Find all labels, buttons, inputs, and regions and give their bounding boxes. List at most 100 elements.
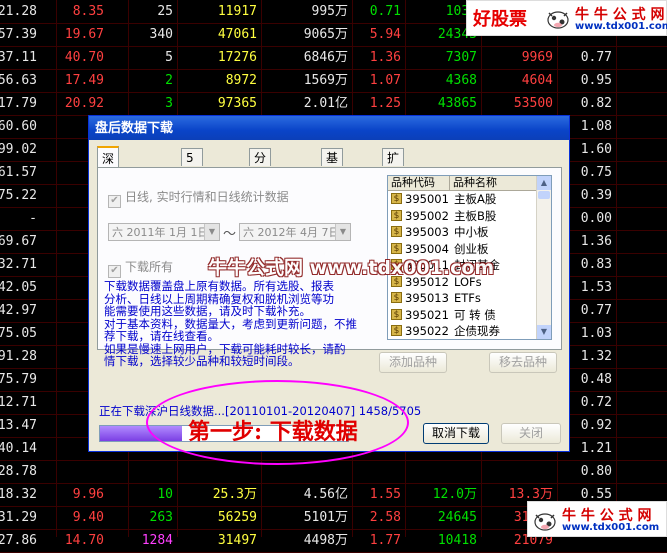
download-all-checkbox[interactable]: ✔ 下载所有	[108, 258, 173, 278]
instrument-name: 可 转 债	[454, 307, 496, 322]
list-item[interactable]: $395013 ETFs	[388, 290, 551, 307]
table-cell: 37.11	[0, 50, 37, 65]
chevron-down-icon: ▼	[335, 224, 350, 240]
table-cell: 56.63	[0, 73, 37, 88]
table-cell: 1284	[141, 533, 173, 548]
daily-data-checkbox[interactable]: ✔ 日线, 实时行情和日线统计数据	[108, 188, 289, 208]
table-cell: 0.71	[369, 4, 401, 19]
list-item[interactable]: $395001 主板A股	[388, 191, 551, 208]
table-cell: 9.40	[72, 510, 104, 525]
table-cell: 69.67	[0, 234, 37, 249]
table-row[interactable]: 28.78 0.80	[0, 460, 667, 484]
table-cell: 3	[165, 96, 173, 111]
cow-logo-icon	[547, 11, 569, 29]
table-cell: 1.77	[369, 533, 401, 548]
table-cell: 7307	[445, 50, 477, 65]
list-scrollbar[interactable]: ▲ ▼	[536, 176, 551, 339]
step-one-annotation: 第一步: 下载数据	[188, 419, 358, 445]
date-from-value: 六 2011年 1月 1日	[112, 226, 209, 239]
table-cell: 6846万	[303, 50, 348, 65]
instrument-name: 主板A股	[454, 192, 497, 206]
instrument-code: 395013	[405, 291, 449, 305]
list-item[interactable]: $395002 主板B股	[388, 208, 551, 225]
cancel-download-button[interactable]: 取消下载	[423, 423, 489, 444]
remove-instrument-button[interactable]: 移去品种	[489, 352, 557, 373]
description-line: 下载数据覆盖盘上原有数据。所有选股、报表	[104, 279, 334, 293]
table-cell: 47061	[217, 27, 257, 42]
tab-sh-sz-daily[interactable]: 深沪日线数据	[97, 146, 120, 276]
table-cell: 61.57	[0, 165, 37, 180]
table-cell: 1.36	[369, 50, 401, 65]
list-item[interactable]: $395022 企债现券	[388, 323, 551, 339]
add-instrument-button[interactable]: 添加品种	[379, 352, 447, 373]
description-line: 荐下载，请在线查看。	[104, 329, 219, 343]
tab-extended-daily[interactable]: 扩展行情日线数据	[382, 148, 405, 291]
scroll-thumb[interactable]	[538, 191, 550, 199]
table-cell	[483, 460, 553, 483]
table-cell: 99.02	[0, 142, 37, 157]
list-item[interactable]: $395003 中小板	[388, 224, 551, 241]
table-cell: 5	[165, 50, 173, 65]
table-cell: 2.58	[369, 510, 401, 525]
table-cell: 60.60	[0, 119, 37, 134]
checkmark-icon: ✔	[108, 265, 121, 278]
tab-basic-info[interactable]: 基本资料	[321, 148, 344, 219]
table-cell: 2.01亿	[303, 96, 348, 111]
table-cell: 8972	[225, 73, 257, 88]
cow-logo-icon	[534, 513, 556, 531]
table-cell: 340	[149, 27, 173, 42]
table-cell: 0.82	[580, 96, 612, 111]
table-cell: 10418	[437, 533, 477, 548]
table-cell: 31497	[217, 533, 257, 548]
instrument-name: 企债现券	[454, 324, 500, 338]
table-cell: 42.97	[0, 303, 37, 318]
table-cell: 1569万	[303, 73, 348, 88]
close-button[interactable]: 关闭	[501, 423, 561, 444]
instrument-code: 395003	[405, 225, 449, 239]
table-cell: 19.67	[64, 27, 104, 42]
list-item[interactable]: $395021 可 转 债	[388, 307, 551, 324]
instrument-code: 395022	[405, 324, 449, 338]
chevron-down-icon: ▼	[204, 224, 219, 240]
table-cell: 17.49	[64, 73, 104, 88]
table-cell: 18.32	[0, 487, 37, 502]
table-cell: 12.71	[0, 395, 37, 410]
scroll-down-icon[interactable]: ▼	[537, 325, 551, 339]
table-cell: 0.80	[580, 464, 612, 479]
scroll-up-icon[interactable]: ▲	[537, 176, 551, 190]
watermark-overlay-text: 牛牛公式网 www.tdx001.com	[208, 257, 495, 279]
table-cell: 4.56亿	[303, 487, 348, 502]
table-cell: 25.3万	[212, 487, 257, 502]
table-row[interactable]: 17.79 20.92 3 97365 2.01亿 1.25 43865 53500 0.82	[0, 92, 667, 116]
table-row[interactable]: 37.11 40.70 5 17276 6846万 1.36 7307 9969 0.77	[0, 46, 667, 70]
table-row[interactable]: 56.63 17.49 2 8972 1569万 1.07 4368 4604 0.95	[0, 69, 667, 93]
tab-intraday[interactable]: 分时图数据	[249, 148, 272, 237]
table-cell: 40.70	[64, 50, 104, 65]
table-cell: 1.07	[369, 73, 401, 88]
table-cell	[113, 460, 173, 483]
table-cell: 57.39	[0, 27, 37, 42]
dollar-icon: $	[391, 226, 402, 237]
table-cell: 32.71	[0, 257, 37, 272]
instrument-name: 中小板	[454, 225, 489, 239]
table-cell: 9969	[521, 50, 553, 65]
table-cell: 11917	[217, 4, 257, 19]
table-cell: 40.14	[0, 441, 37, 456]
dollar-icon: $	[391, 209, 402, 221]
tab-5min[interactable]: 5分钟数据	[181, 148, 203, 237]
table-cell: 1.25	[369, 96, 401, 111]
watermark-banner-top: 好股票 牛 牛 公 式 网 www.tdx001.com	[466, 0, 667, 36]
column-header-name[interactable]: 品种名称	[450, 176, 537, 190]
date-to-value: 六 2012年 4月 7日	[243, 226, 340, 239]
table-cell: 97365	[217, 96, 257, 111]
date-to-picker[interactable]: 六 2012年 4月 7日 ▼	[239, 223, 351, 241]
table-cell: 2	[165, 73, 173, 88]
table-cell: 20.92	[64, 96, 104, 111]
date-from-picker[interactable]: 六 2011年 1月 1日 ▼	[108, 223, 220, 241]
table-cell: 12.0万	[432, 487, 477, 502]
table-cell: 27.86	[0, 533, 37, 548]
column-header-code[interactable]: 品种代码	[388, 176, 450, 190]
download-all-checkbox-label: 下载所有	[125, 260, 174, 274]
dollar-icon: $	[391, 292, 402, 303]
dollar-icon: $	[391, 308, 402, 320]
